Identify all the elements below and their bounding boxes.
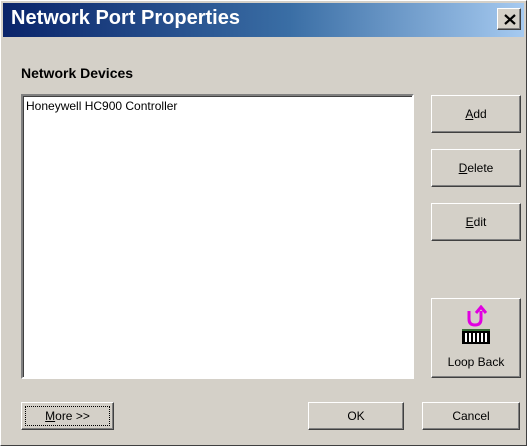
window-title: Network Port Properties: [11, 7, 240, 29]
loop-back-label: Loop Back: [447, 355, 505, 369]
network-devices-list[interactable]: Honeywell HC900 Controller: [21, 94, 414, 379]
ok-button-label: OK: [347, 409, 365, 423]
edit-button[interactable]: Edit: [431, 203, 521, 241]
add-button-label: Add: [465, 107, 487, 121]
close-button[interactable]: [497, 8, 521, 30]
focus-rectangle: More >>: [25, 406, 110, 426]
more-button[interactable]: More >>: [21, 402, 114, 430]
loop-back-icon: [456, 304, 498, 350]
delete-button[interactable]: Delete: [431, 149, 521, 187]
dialog-window: Network Port Properties Network Devices …: [0, 0, 527, 446]
title-bar[interactable]: Network Port Properties: [3, 3, 524, 37]
cancel-button-label: Cancel: [452, 409, 490, 423]
loop-back-button[interactable]: Loop Back: [431, 298, 521, 378]
delete-button-label: Delete: [458, 161, 494, 175]
network-devices-label: Network Devices: [21, 65, 134, 81]
edit-button-label: Edit: [465, 215, 487, 229]
close-icon: [504, 14, 516, 25]
cancel-button[interactable]: Cancel: [422, 402, 520, 430]
list-item[interactable]: Honeywell HC900 Controller: [26, 99, 177, 113]
ok-button[interactable]: OK: [308, 402, 404, 430]
add-button[interactable]: Add: [431, 95, 521, 133]
